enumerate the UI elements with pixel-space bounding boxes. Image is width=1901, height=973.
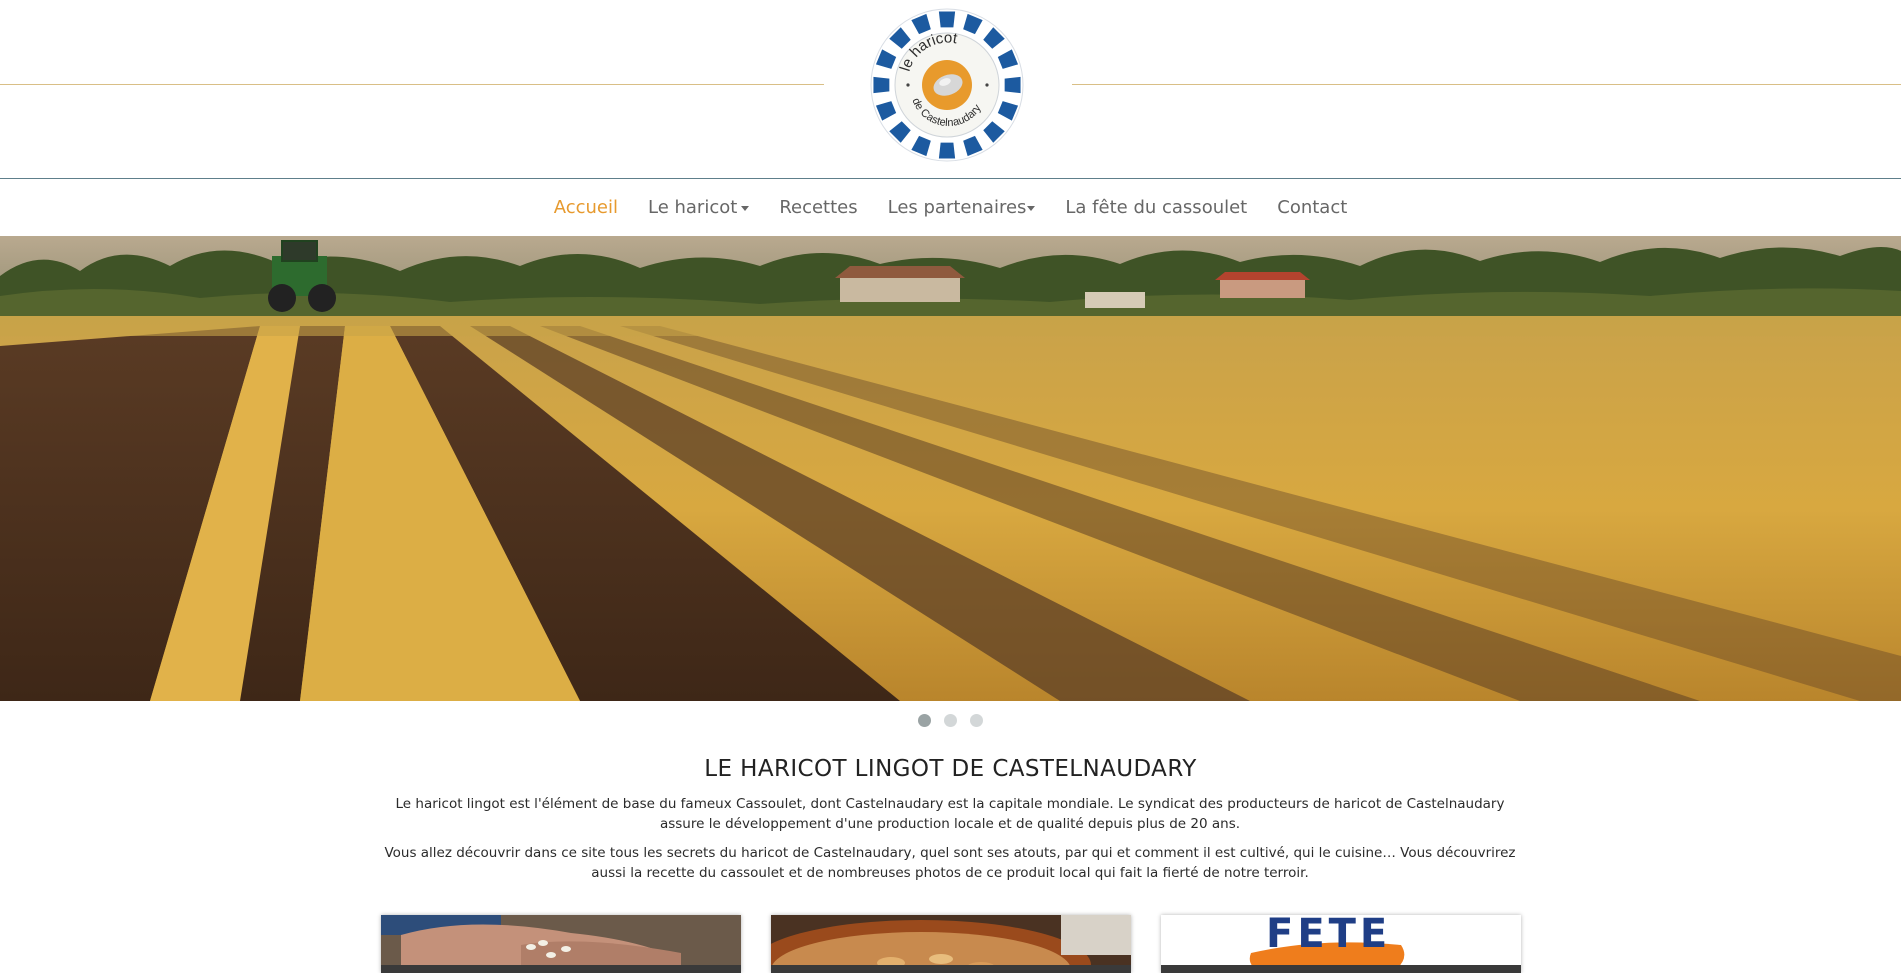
logo-ring-segment [873,76,890,94]
logo-ring-segment [938,142,956,159]
intro-paragraph-2: Vous allez découvrir dans ce site tous l… [384,845,1516,881]
nav-label: Accueil [553,197,618,218]
card-fete-poster[interactable]: FETE [1161,915,1521,973]
page-title: LE HARICOT LINGOT DE CASTELNAUDARY [704,756,1197,782]
carousel-dot-3[interactable] [970,714,983,727]
hero-carousel-image[interactable] [0,236,1901,701]
card-caption-band [1161,965,1521,973]
intro-paragraph-1: Le haricot lingot est l'élément de base … [395,796,1505,832]
carousel-dot-1[interactable] [918,714,931,727]
carousel-indicators [0,714,1901,730]
card-cassoulet-dish[interactable] [771,915,1131,973]
chevron-down-icon [1027,205,1036,211]
header-line-right [1072,84,1901,85]
nav-label: Contact [1277,197,1348,218]
header-line-left [0,84,824,85]
card-caption-band [381,965,741,973]
nav-item-fete-du-cassoulet[interactable]: La fête du cassoulet [1050,179,1262,236]
logo-ring-segment [1004,76,1021,94]
nav-label: La fête du cassoulet [1065,197,1248,218]
card-beans-in-hands[interactable] [381,915,741,973]
nav-item-recettes[interactable]: Recettes [764,179,872,236]
nav-item-contact[interactable]: Contact [1262,179,1362,236]
nav-item-accueil[interactable]: Accueil [539,179,633,236]
site-logo[interactable]: le haricot de Castelnaudary [870,8,1024,162]
nav-label: Le haricot [647,197,738,218]
main-nav: Accueil Le haricot Recettes Les partenai… [0,179,1901,236]
card-poster-text: FETE [1266,915,1392,957]
site-header: le haricot de Castelnaudary [0,0,1901,178]
nav-item-les-partenaires[interactable]: Les partenaires [873,179,1051,236]
carousel-dot-2[interactable] [944,714,957,727]
chevron-down-icon [741,205,750,211]
card-caption-band [771,965,1131,973]
nav-item-le-haricot[interactable]: Le haricot [633,179,764,236]
logo-ring-segment [938,11,956,28]
nav-label: Recettes [779,197,858,218]
nav-label: Les partenaires [887,197,1027,218]
